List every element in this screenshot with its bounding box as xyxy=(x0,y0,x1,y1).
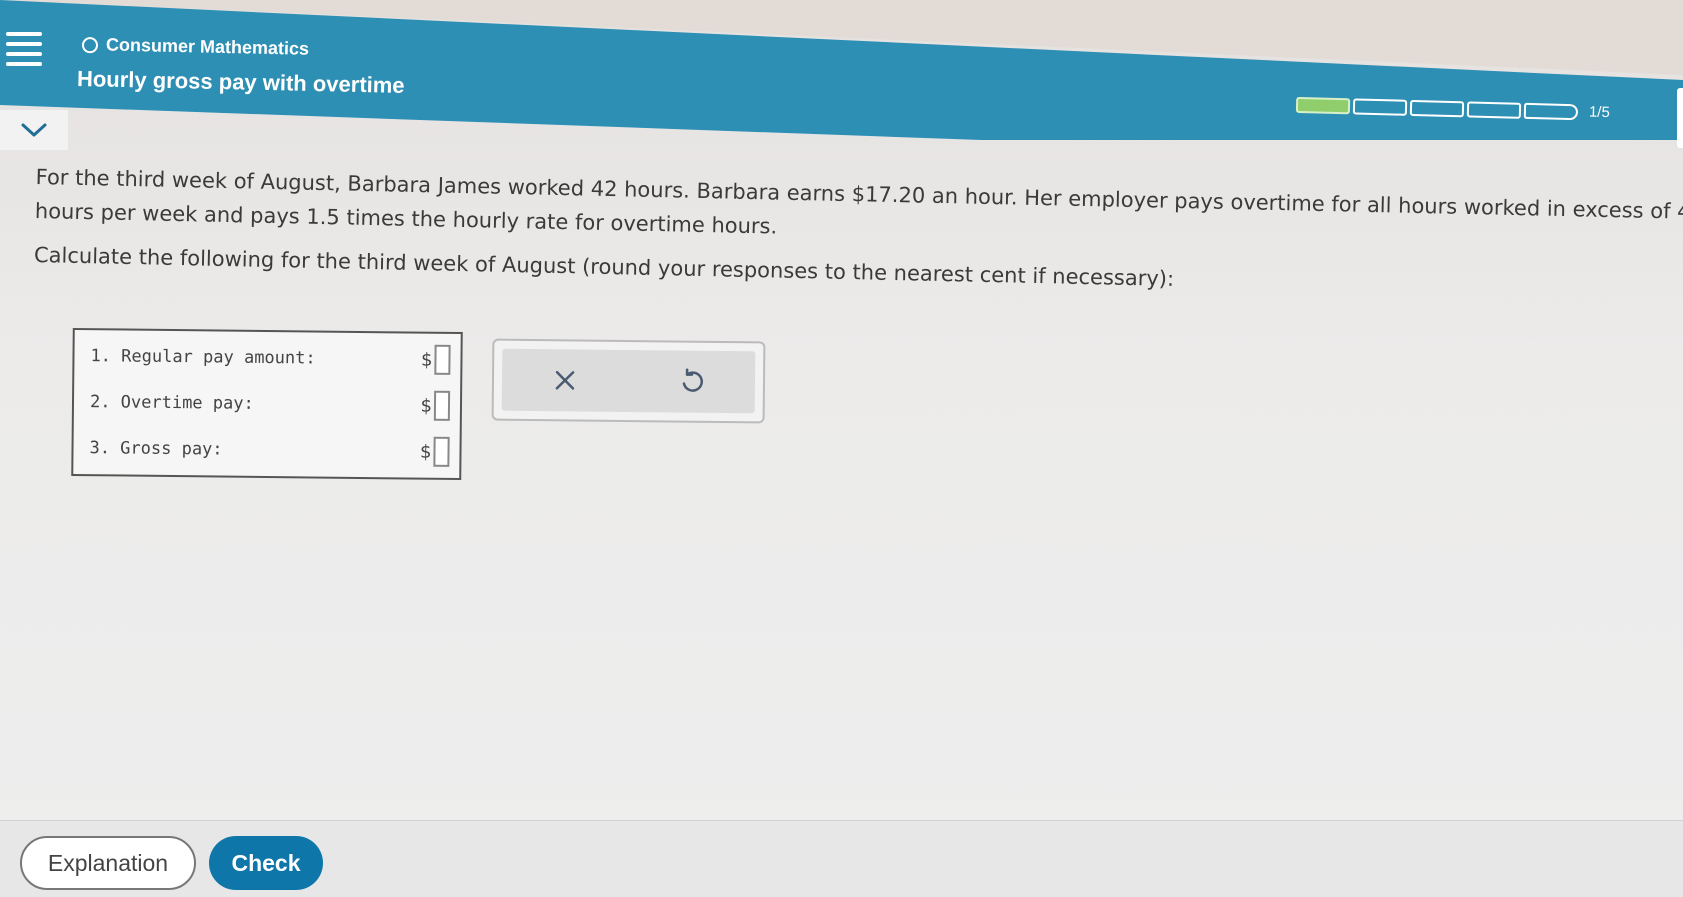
problem-statement: For the third week of August, Barbara Ja… xyxy=(34,160,1683,306)
side-panel-edge xyxy=(1677,88,1683,148)
check-label: Check xyxy=(231,849,301,876)
progress-segment xyxy=(1523,102,1579,120)
answer-row: 2. Overtime pay: $ xyxy=(89,382,451,426)
answer-row: 1. Regular pay amount: $ xyxy=(90,336,451,380)
currency-symbol: $ xyxy=(419,441,432,463)
answer-row: 3. Gross pay: $ xyxy=(89,428,450,472)
explanation-button[interactable]: Explanation xyxy=(20,836,196,890)
regular-pay-input[interactable] xyxy=(434,344,451,375)
answer-box: 1. Regular pay amount: $ 2. Overtime pay… xyxy=(71,327,463,481)
progress-segment xyxy=(1466,100,1522,119)
explanation-label: Explanation xyxy=(47,849,169,876)
menu-icon[interactable] xyxy=(6,32,42,66)
money-input-group: $ xyxy=(420,390,451,421)
undo-icon xyxy=(682,368,703,392)
answer-label: 1. Regular pay amount: xyxy=(90,346,316,369)
answer-label: 3. Gross pay: xyxy=(89,438,223,460)
problem-content: For the third week of August, Barbara Ja… xyxy=(34,160,1683,291)
currency-symbol: $ xyxy=(420,395,433,417)
circle-status-icon xyxy=(81,36,99,53)
action-toolbar xyxy=(501,348,756,414)
gross-pay-input[interactable] xyxy=(433,436,450,467)
progress-segment xyxy=(1352,97,1408,116)
currency-symbol: $ xyxy=(420,349,433,371)
breadcrumb-topic: Consumer Mathematics xyxy=(105,34,310,59)
money-input-group: $ xyxy=(420,344,451,375)
money-input-group: $ xyxy=(419,436,450,467)
check-button[interactable]: Check xyxy=(209,836,323,890)
collapse-toggle[interactable] xyxy=(0,110,68,150)
chevron-down-icon xyxy=(21,123,47,137)
undo-button[interactable] xyxy=(670,359,714,403)
action-panel xyxy=(491,338,766,424)
clear-button[interactable] xyxy=(543,358,587,402)
answer-label: 2. Overtime pay: xyxy=(89,392,254,414)
progress-segment xyxy=(1295,96,1351,114)
progress-segment xyxy=(1409,99,1465,117)
progress-text: 1/5 xyxy=(1588,103,1611,122)
close-icon xyxy=(555,371,575,390)
overtime-pay-input[interactable] xyxy=(433,390,451,421)
